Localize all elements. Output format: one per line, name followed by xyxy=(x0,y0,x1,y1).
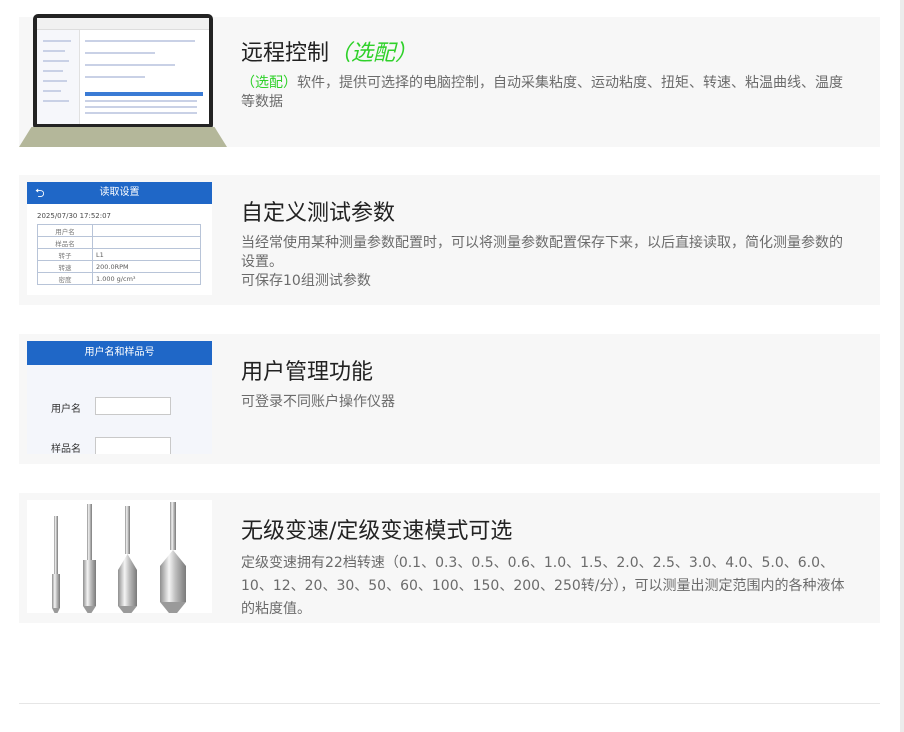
optional-tag: （选配） xyxy=(329,41,418,66)
feature-description: 定级变速拥有22档转速（0.1、0.3、0.5、0.6、1.0、1.5、2.0、… xyxy=(241,555,845,617)
feature-card-user-management: 用户名和样品号 用户名 样品名 用户管理功能 可登录不同账户操作仪器 xyxy=(19,334,880,464)
back-arrow-icon: ⮌ xyxy=(35,186,45,200)
feature-card-custom-params: ⮌ 读取设置 2025/07/30 17:52:07 用户名 样品名 转子 L1 转… xyxy=(19,175,880,305)
laptop-image xyxy=(19,14,227,149)
feature-title: 用户管理功能 xyxy=(241,360,374,385)
page-scrollbar[interactable] xyxy=(900,0,904,732)
feature-title: 远程控制（选配） xyxy=(241,41,418,66)
optional-tag: （选配） xyxy=(241,75,297,91)
feature-card-remote-control: 远程控制（选配） （选配）软件，提供可选择的电脑控制，自动采集粘度、运动粘度、扭… xyxy=(19,14,880,149)
feature-description: （选配）软件，提供可选择的电脑控制，自动采集粘度、运动粘度、扭矩、转速、粘温曲线… xyxy=(241,75,843,110)
feature-description: 当经常使用某种测量参数配置时，可以将测量参数配置保存下来，以后直接读取，简化测量… xyxy=(241,235,843,289)
spindle-image xyxy=(27,500,212,613)
read-settings-screenshot: ⮌ 读取设置 2025/07/30 17:52:07 用户名 样品名 转子 L1 转… xyxy=(27,182,212,295)
feature-title: 无级变速/定级变速模式可选 xyxy=(241,519,513,544)
feature-card-speed-modes: 无级变速/定级变速模式可选 定级变速拥有22档转速（0.1、0.3、0.5、0.… xyxy=(19,493,880,623)
feature-title: 自定义测试参数 xyxy=(241,201,396,226)
feature-description: 可登录不同账户操作仪器 xyxy=(241,394,395,410)
username-screenshot: 用户名和样品号 用户名 样品名 xyxy=(27,341,212,454)
bottom-divider xyxy=(19,703,880,704)
